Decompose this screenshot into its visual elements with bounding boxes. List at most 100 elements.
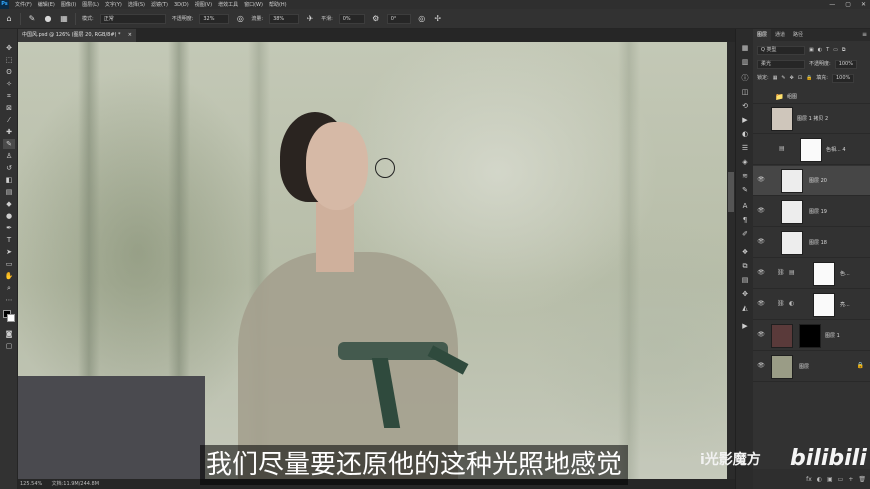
pen-tool-icon[interactable]: ✒ (3, 223, 15, 233)
layer-row[interactable]: 👁 图层 1 (753, 321, 870, 351)
swatches-panel-icon[interactable]: ▥ (739, 57, 751, 67)
layer-row[interactable]: 👁 图层 🔒 (753, 352, 870, 382)
dodge-tool-icon[interactable]: ● (3, 211, 15, 221)
lock-all-icon[interactable]: 🔒 (806, 73, 812, 83)
history-panel-icon[interactable]: ⟲ (739, 101, 751, 111)
background-color-swatch[interactable] (7, 314, 15, 322)
clone-stamp-tool-icon[interactable]: ♙ (3, 151, 15, 161)
layer-row[interactable]: 👁 图层 18 (753, 228, 870, 258)
properties-panel-icon[interactable]: ☰ (739, 143, 751, 153)
scrollbar-thumb[interactable] (728, 172, 734, 212)
filter-smart-icon[interactable]: ⧉ (842, 45, 846, 55)
maximize-icon[interactable]: ▢ (845, 1, 851, 8)
zoom-tool-icon[interactable]: ⌕ (3, 283, 15, 293)
menu-window[interactable]: 窗口(W) (244, 1, 263, 8)
add-mask-icon[interactable]: ▣ (827, 476, 833, 483)
lock-transparent-icon[interactable]: ▦ (773, 73, 778, 83)
visibility-icon[interactable]: 👁 (757, 331, 765, 339)
menu-select[interactable]: 选择(S) (128, 1, 145, 8)
layer-row[interactable]: 👁 图层 19 (753, 197, 870, 227)
tab-paths[interactable]: 路径 (789, 29, 807, 41)
paths-panel-icon[interactable]: ✎ (739, 185, 751, 195)
eyedropper-tool-icon[interactable]: ⁄ (3, 115, 15, 125)
type-tool-icon[interactable]: T (3, 235, 15, 245)
lock-position-icon[interactable]: ✥ (790, 73, 794, 83)
menu-help[interactable]: 帮助(H) (269, 1, 287, 8)
airbrush-icon[interactable]: ✈ (305, 14, 315, 24)
visibility-icon[interactable]: 👁 (757, 269, 765, 277)
more-tools-icon[interactable]: ⋯ (3, 295, 15, 305)
history-brush-tool-icon[interactable]: ↺ (3, 163, 15, 173)
layer-comps-panel-icon[interactable]: ⧉ (739, 261, 751, 271)
tab-layers[interactable]: 图层 (753, 29, 772, 41)
smoothing-input[interactable]: 0% (338, 13, 365, 24)
filter-pixel-icon[interactable]: ▣ (809, 45, 814, 55)
quick-mask-icon[interactable]: ◙ (3, 329, 15, 339)
layer-fill-input[interactable]: 100% (831, 73, 855, 83)
menu-layer[interactable]: 图层(L) (82, 1, 99, 8)
clone-source-panel-icon[interactable]: ✥ (739, 289, 751, 299)
gear-icon[interactable]: ⚙ (371, 14, 381, 24)
brush-tool-icon[interactable]: ✎ (3, 139, 15, 149)
shape-tool-icon[interactable]: ▭ (3, 259, 15, 269)
brush-preset-icon[interactable]: ● (43, 14, 53, 24)
menu-filter[interactable]: 滤镜(T) (151, 1, 168, 8)
layer-effects-icon[interactable]: fx (806, 476, 812, 483)
channels-panel-icon[interactable]: ≋ (739, 171, 751, 181)
screen-mode-icon[interactable]: ▢ (3, 341, 15, 351)
lasso-tool-icon[interactable]: ʘ (3, 67, 15, 77)
panel-menu-icon[interactable]: ≡ (862, 29, 867, 41)
menu-view[interactable]: 视图(V) (195, 1, 212, 8)
timeline-panel-icon[interactable]: ▤ (739, 275, 751, 285)
visibility-icon[interactable]: 👁 (757, 207, 765, 215)
blur-tool-icon[interactable]: ◆ (3, 199, 15, 209)
tab-channels[interactable]: 通道 (771, 29, 789, 41)
symmetry-icon[interactable]: ✢ (433, 14, 443, 24)
color-panel-icon[interactable]: ▦ (739, 43, 751, 53)
menu-3d[interactable]: 3D(D) (174, 2, 189, 8)
path-select-tool-icon[interactable]: ➤ (3, 247, 15, 257)
brush-settings-icon[interactable]: ▦ (59, 14, 69, 24)
visibility-icon[interactable]: 👁 (757, 238, 765, 246)
actions-panel-icon[interactable]: ▶ (739, 115, 751, 125)
layer-row[interactable]: 👁 ⛓ ◐ 亮... (753, 290, 870, 320)
blend-mode-select[interactable]: 柔光 (757, 59, 805, 69)
new-adjustment-icon[interactable]: ◐ (817, 476, 822, 483)
character-panel-icon[interactable]: A (739, 201, 751, 211)
layer-row-selected[interactable]: 👁 图层 20 (753, 166, 870, 196)
lock-image-icon[interactable]: ✎ (781, 73, 785, 83)
new-group-icon[interactable]: ▭ (838, 476, 844, 483)
brush-tool-icon[interactable]: ✎ (27, 14, 37, 24)
flow-input[interactable]: 38% (269, 13, 300, 24)
visibility-icon[interactable]: 👁 (757, 362, 765, 370)
canvas[interactable] (18, 42, 735, 479)
adjustments-panel-icon[interactable]: ◐ (739, 129, 751, 139)
healing-brush-tool-icon[interactable]: ✚ (3, 127, 15, 137)
3d-panel-icon[interactable]: ◭ (739, 303, 751, 313)
layer-group-row[interactable]: 📁 组图 (753, 91, 870, 104)
opacity-input[interactable]: 32% (199, 13, 230, 24)
frame-tool-icon[interactable]: ⊠ (3, 103, 15, 113)
filter-adjustment-icon[interactable]: ◐ (818, 45, 822, 55)
hand-tool-icon[interactable]: ✋ (3, 271, 15, 281)
crop-tool-icon[interactable]: ⌗ (3, 91, 15, 101)
libraries-panel-icon[interactable]: ❖ (739, 247, 751, 257)
layer-row[interactable]: 图层 1 拷贝 2 (753, 104, 870, 134)
mode-select[interactable]: 正常 (99, 13, 166, 24)
navigator-panel-icon[interactable]: ◫ (739, 87, 751, 97)
home-icon[interactable]: ⌂ (4, 14, 14, 24)
layer-row[interactable]: ▤ 色相... 4 (753, 135, 870, 165)
visibility-icon[interactable]: 👁 (757, 176, 765, 184)
close-tab-icon[interactable]: × (128, 29, 132, 42)
delete-layer-icon[interactable]: 🗑 (858, 476, 866, 483)
brush-panel-icon[interactable]: ✐ (739, 229, 751, 239)
eraser-tool-icon[interactable]: ◧ (3, 175, 15, 185)
layer-kind-filter[interactable]: Q 类型 (757, 45, 805, 55)
lock-artboard-icon[interactable]: ⊡ (798, 73, 802, 83)
angle-input[interactable]: 0° (386, 13, 411, 24)
new-layer-icon[interactable]: + (848, 476, 853, 483)
layer-opacity-input[interactable]: 100% (834, 59, 857, 69)
close-icon[interactable]: ✕ (861, 1, 866, 8)
info-panel-icon[interactable]: ⓘ (739, 73, 751, 83)
minimize-icon[interactable]: — (829, 1, 835, 8)
